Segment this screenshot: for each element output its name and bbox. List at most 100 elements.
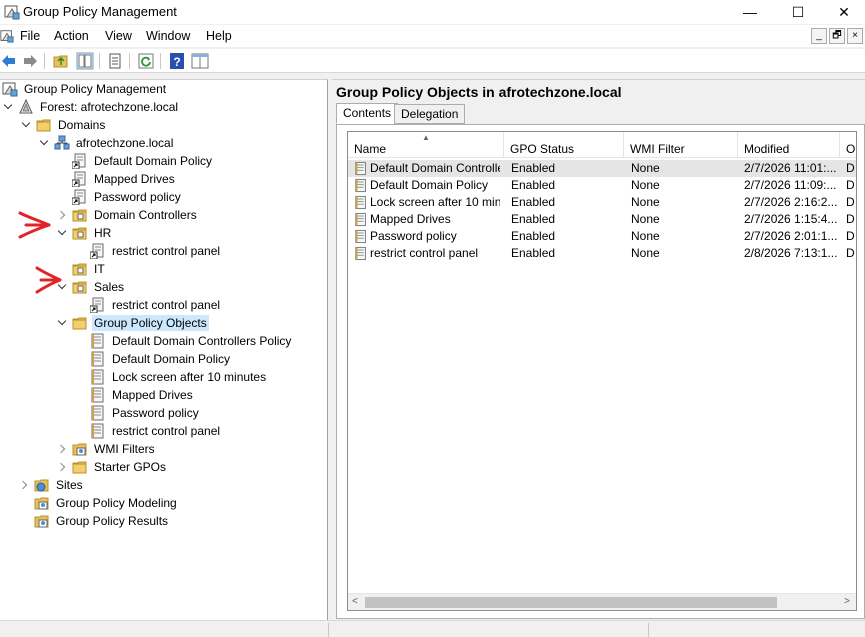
list-header: ▲ Name GPO Status WMI Filter Modified O	[348, 132, 856, 158]
up-folder-icon[interactable]	[52, 52, 70, 70]
table-row[interactable]: Mapped Drives Enabled None 2/7/2026 1:15…	[348, 211, 856, 228]
forward-icon[interactable]	[21, 52, 39, 70]
collapse-chevron-icon[interactable]	[58, 444, 68, 454]
menu-view[interactable]: View	[105, 29, 132, 43]
column-header-modified[interactable]: Modified	[738, 132, 840, 158]
tab-delegation[interactable]: Delegation	[394, 104, 466, 124]
starter-gpos-folder-icon	[72, 459, 88, 475]
scroll-left-icon[interactable]: <	[352, 596, 358, 607]
collapse-chevron-icon[interactable]	[20, 480, 30, 490]
gpo-list[interactable]: ▲ Name GPO Status WMI Filter Modified O …	[347, 131, 857, 611]
tree-gpo-item[interactable]: Default Domain Controllers Policy	[90, 332, 293, 350]
show-hide-tree-icon[interactable]	[76, 52, 94, 70]
domains-folder-icon	[36, 117, 52, 133]
tree-gpo-item[interactable]: Lock screen after 10 minutes	[90, 368, 268, 386]
action-pane-icon[interactable]	[191, 52, 209, 70]
mdi-minimize-button[interactable]: _	[811, 28, 827, 44]
tree-domain-controllers[interactable]: Domain Controllers	[58, 206, 199, 224]
tree-gpo-item[interactable]: Default Domain Policy	[90, 350, 232, 368]
tree-forest[interactable]: Forest: afrotechzone.local	[4, 98, 180, 116]
expand-chevron-icon[interactable]	[58, 228, 68, 238]
results-icon	[34, 513, 50, 529]
tree-hr-link-restrict-control-panel[interactable]: restrict control panel	[90, 242, 222, 260]
tree-gpo-item[interactable]: Password policy	[90, 404, 201, 422]
toolbar: ?	[0, 49, 865, 73]
tree-link-password-policy[interactable]: Password policy	[72, 188, 183, 206]
menu-file[interactable]: File	[20, 29, 40, 43]
window-title: Group Policy Management	[23, 4, 177, 19]
horizontal-scrollbar[interactable]: < >	[348, 593, 856, 610]
tree-link-default-domain-policy[interactable]: Default Domain Policy	[72, 152, 214, 170]
table-row[interactable]: Default Domain Policy Enabled None 2/7/2…	[348, 177, 856, 194]
expand-chevron-icon[interactable]	[40, 138, 50, 148]
minimize-button[interactable]: —	[727, 0, 773, 24]
expand-chevron-icon[interactable]	[58, 318, 68, 328]
menu-action[interactable]: Action	[54, 29, 89, 43]
modeling-icon	[34, 495, 50, 511]
menu-window[interactable]: Window	[146, 29, 190, 43]
gpo-link-icon	[90, 243, 106, 259]
expand-chevron-icon[interactable]	[4, 102, 14, 112]
tab-contents[interactable]: Contents	[336, 103, 399, 124]
tree-gp-results[interactable]: Group Policy Results	[34, 512, 170, 530]
refresh-icon[interactable]	[137, 52, 155, 70]
tree-starter-gpos[interactable]: Starter GPOs	[58, 458, 168, 476]
details-pane: Group Policy Objects in afrotechzone.loc…	[332, 79, 865, 620]
menu-help[interactable]: Help	[206, 29, 232, 43]
table-row[interactable]: Password policy Enabled None 2/7/2026 2:…	[348, 228, 856, 245]
gpo-icon	[354, 178, 368, 193]
gpo-link-icon	[72, 153, 88, 169]
mdi-close-button[interactable]: ×	[847, 28, 863, 44]
tree-link-mapped-drives[interactable]: Mapped Drives	[72, 170, 177, 188]
mdi-restore-button[interactable]: 🗗	[829, 28, 845, 44]
tree-ou-sales[interactable]: Sales	[58, 278, 126, 296]
column-header-gpo-status[interactable]: GPO Status	[504, 132, 624, 158]
tree-domain[interactable]: afrotechzone.local	[40, 134, 175, 152]
tree-ou-hr[interactable]: HR	[58, 224, 113, 242]
gpo-icon	[90, 369, 106, 385]
menu-bar: File Action View Window Help _ 🗗 ×	[0, 25, 865, 47]
properties-icon[interactable]	[106, 52, 124, 70]
gpo-link-icon	[90, 297, 106, 313]
tree-gpo-item[interactable]: restrict control panel	[90, 422, 222, 440]
table-row[interactable]: Lock screen after 10 minu... Enabled Non…	[348, 194, 856, 211]
tree-sales-link-restrict-control-panel[interactable]: restrict control panel	[90, 296, 222, 314]
column-header-name[interactable]: Name	[348, 132, 504, 158]
tree-sites[interactable]: Sites	[20, 476, 85, 494]
gpo-icon	[90, 351, 106, 367]
tree-wmi-filters[interactable]: WMI Filters	[58, 440, 157, 458]
back-icon[interactable]	[0, 52, 18, 70]
tree-gpo-item[interactable]: Mapped Drives	[90, 386, 195, 404]
close-button[interactable]: ✕	[821, 0, 865, 24]
tree-domains[interactable]: Domains	[22, 116, 107, 134]
gpo-icon	[90, 387, 106, 403]
ou-icon	[72, 279, 88, 295]
tree-gpm-root[interactable]: Group Policy Management	[2, 80, 168, 98]
table-row[interactable]: restrict control panel Enabled None 2/8/…	[348, 245, 856, 262]
column-header-owner[interactable]: O	[840, 132, 856, 158]
system-menu-icon[interactable]	[0, 29, 14, 43]
gpo-icon	[354, 161, 368, 176]
scrollbar-thumb[interactable]	[365, 597, 777, 608]
sites-icon	[34, 477, 50, 493]
console-tree: Group Policy Management Forest: afrotech…	[0, 79, 328, 620]
status-bar	[0, 620, 865, 637]
scroll-right-icon[interactable]: >	[844, 596, 850, 607]
collapse-chevron-icon[interactable]	[58, 462, 68, 472]
column-header-wmi-filter[interactable]: WMI Filter	[624, 132, 738, 158]
maximize-button[interactable]: ☐	[775, 0, 821, 24]
collapse-chevron-icon[interactable]	[58, 210, 68, 220]
gpo-container-folder-icon	[72, 315, 88, 331]
expand-chevron-icon[interactable]	[22, 120, 32, 130]
gpo-icon	[354, 195, 368, 210]
tree-gp-modeling[interactable]: Group Policy Modeling	[34, 494, 179, 512]
gpo-link-icon	[72, 189, 88, 205]
tree-ou-it[interactable]: IT	[72, 260, 107, 278]
help-icon[interactable]: ?	[168, 52, 186, 70]
ou-icon	[72, 207, 88, 223]
tree-group-policy-objects[interactable]: Group Policy Objects	[58, 314, 209, 332]
gpo-icon	[90, 405, 106, 421]
table-row[interactable]: Default Domain Controller... Enabled Non…	[348, 160, 856, 177]
app-icon	[4, 4, 20, 20]
ou-icon	[72, 225, 88, 241]
